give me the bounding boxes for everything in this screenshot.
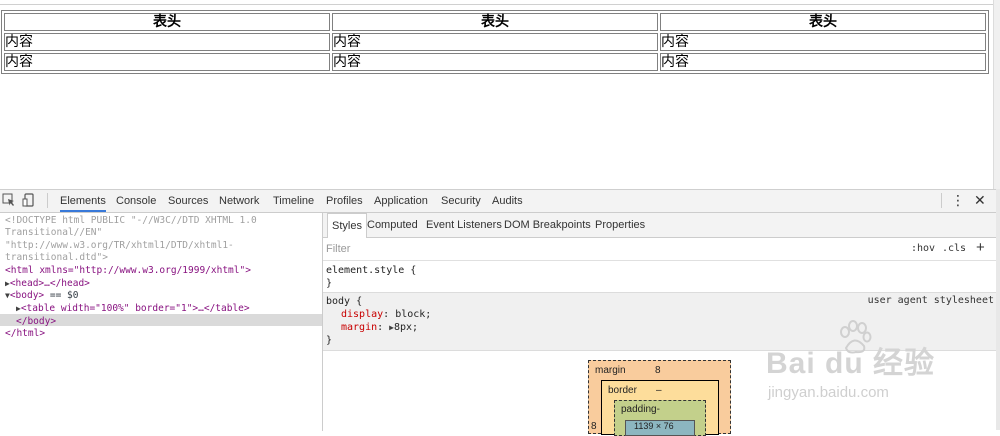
dom-doctype-line[interactable]: transitional.dtd"> (5, 252, 108, 265)
dom-body-node[interactable]: ▼<body> == $0 (5, 290, 78, 303)
content-table: 表头 表头 表头 内容 内容 内容 内容 内容 内容 (1, 10, 989, 74)
table-cell: 内容 (660, 33, 986, 51)
dom-tree-panel: <!DOCTYPE html PUBLIC "-//W3C//DTD XHTML… (0, 213, 323, 431)
table-header-row: 表头 表头 表头 (4, 13, 986, 31)
dom-table-node[interactable]: ▶<table width="100%" border="1">…</table… (16, 303, 250, 316)
table-cell: 内容 (660, 53, 986, 71)
css-property-name: margin (341, 322, 378, 333)
tab-sources[interactable]: Sources (168, 190, 208, 212)
dom-doctype-line[interactable]: <!DOCTYPE html PUBLIC "-//W3C//DTD XHTML… (5, 215, 257, 228)
user-agent-stylesheet-label: user agent stylesheet (867, 295, 994, 306)
viewport-top-edge (0, 0, 1000, 5)
dom-body-close[interactable]: </body> (16, 316, 56, 329)
close-icon[interactable]: ✕ (974, 190, 986, 212)
body-rule-selector: body { (326, 296, 363, 307)
toolbar-divider (47, 193, 48, 208)
box-model-border[interactable]: border – padding- 1139 × 76 (601, 380, 719, 436)
table-cell: 内容 (4, 33, 330, 51)
window-edge-scrollbar[interactable] (996, 189, 1000, 430)
element-style-selector: element.style { (326, 265, 417, 276)
tab-console[interactable]: Console (116, 190, 156, 212)
cursor-arrow-icon[interactable] (2, 193, 16, 207)
viewport-scrollbar[interactable] (993, 0, 1000, 189)
box-model-margin[interactable]: margin 8 8 border – padding- 1139 × 76 (588, 360, 731, 436)
css-property-value: 8px; (394, 322, 419, 333)
baidu-jingyan-watermark: Bai du 经验 jingyan.baidu.com (766, 320, 966, 410)
dom-doctype-line[interactable]: "http://www.w3.org/TR/xhtml1/DTD/xhtml1- (5, 240, 234, 253)
new-rule-button[interactable]: + (976, 237, 985, 259)
subtab-dom-breakpoints[interactable]: DOM Breakpoints (504, 213, 591, 237)
element-style-rule[interactable]: element.style { } (323, 260, 1000, 292)
subtab-styles[interactable]: Styles (327, 213, 367, 238)
tab-profiles[interactable]: Profiles (326, 190, 363, 212)
css-declaration-display[interactable]: display: block; (341, 308, 431, 321)
table-header-cell: 表头 (332, 13, 658, 31)
table-header-cell: 表头 (4, 13, 330, 31)
hover-state-toggle[interactable]: :hov (911, 238, 935, 260)
dom-head-node[interactable]: ▶<head>…</head> (5, 278, 90, 291)
vertical-dots-icon[interactable]: ⋮ (951, 190, 965, 212)
element-style-close: } (326, 278, 333, 289)
dom-head-text: <head>…</head> (9, 278, 90, 289)
mobile-device-icon[interactable] (22, 193, 36, 207)
dom-selected-marker: == $0 (44, 290, 79, 301)
subtab-computed[interactable]: Computed (367, 213, 418, 237)
table-cell: 内容 (332, 33, 658, 51)
table-row: 内容 内容 内容 (4, 53, 986, 71)
toolbar-divider (941, 193, 942, 208)
tab-security[interactable]: Security (441, 190, 481, 212)
tab-elements[interactable]: Elements (60, 190, 106, 212)
styles-subtabs: Styles Computed Event Listeners DOM Brea… (323, 213, 1000, 238)
dom-html-close[interactable]: </html> (5, 328, 45, 341)
dom-html-node[interactable]: <html xmlns="http://www.w3.org/1999/xhtm… (5, 265, 251, 278)
tab-application[interactable]: Application (374, 190, 428, 212)
dom-body-text: <body> (9, 290, 45, 301)
tab-audits[interactable]: Audits (492, 190, 523, 212)
watermark-main-text: Bai du 经验 (766, 347, 936, 380)
styles-filter-row: Filter :hov .cls + (323, 238, 1000, 260)
subtab-properties[interactable]: Properties (595, 213, 645, 237)
margin-left-value[interactable]: 8 (591, 421, 597, 432)
table-row: 内容 内容 内容 (4, 33, 986, 51)
table-header-cell: 表头 (660, 13, 986, 31)
class-toggle[interactable]: .cls (942, 238, 966, 260)
border-top-value[interactable]: – (656, 385, 662, 396)
border-label: border (608, 385, 637, 396)
dom-doctype-line[interactable]: Transitional//EN" (5, 227, 102, 240)
box-model-content[interactable]: 1139 × 76 (625, 420, 695, 436)
table-cell: 内容 (4, 53, 330, 71)
subtab-event-listeners[interactable]: Event Listeners (426, 213, 502, 237)
padding-label: padding- (621, 404, 660, 415)
page-viewport: 表头 表头 表头 内容 内容 内容 内容 内容 内容 (0, 0, 1000, 189)
tab-network[interactable]: Network (219, 190, 259, 212)
styles-filter-input[interactable]: Filter (326, 238, 350, 260)
css-property-name: display (341, 309, 384, 320)
devtools-tabbar: Elements Console Sources Network Timelin… (0, 190, 1000, 213)
css-property-value: block; (395, 309, 432, 320)
table-cell: 内容 (332, 53, 658, 71)
dom-table-text: <table width="100%" border="1">…</table> (20, 303, 250, 314)
margin-label: margin (595, 365, 626, 376)
tab-timeline[interactable]: Timeline (273, 190, 314, 212)
box-model-padding[interactable]: padding- 1139 × 76 (614, 400, 706, 436)
css-declaration-margin[interactable]: margin: ▶8px; (341, 321, 418, 334)
watermark-url-text: jingyan.baidu.com (768, 384, 889, 401)
body-rule-close: } (326, 335, 333, 346)
margin-top-value[interactable]: 8 (655, 365, 661, 376)
